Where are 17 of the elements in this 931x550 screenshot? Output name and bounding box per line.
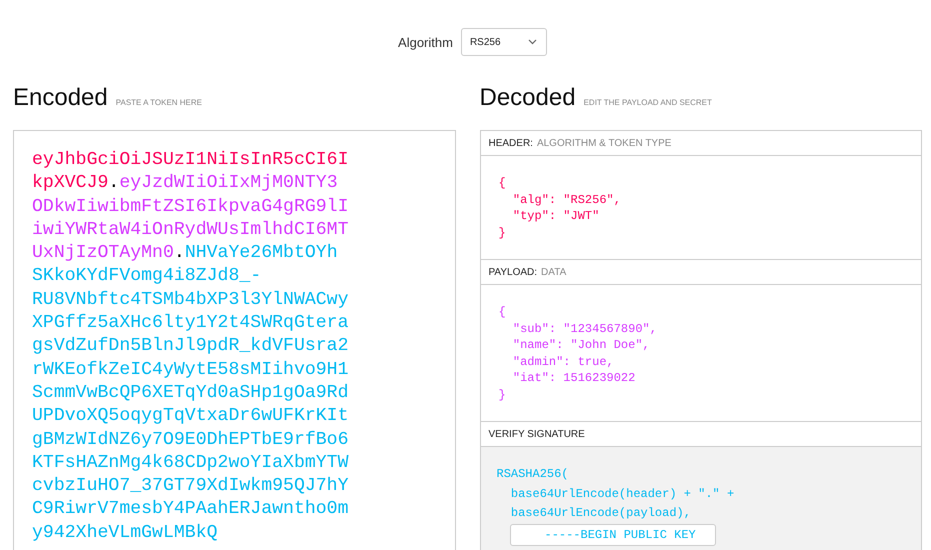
algorithm-label: Algorithm [398,34,453,50]
section-title: HEADER: [488,138,533,148]
section-subtitle: DATA [541,266,566,278]
section-title: PAYLOAD: [488,266,538,278]
decoded-hint: EDIT THE PAYLOAD AND SECRET [584,98,712,107]
algorithm-select[interactable]: RS256 [460,28,547,56]
chevron-down-icon [528,39,537,45]
encoded-hint: PASTE A TOKEN HERE [116,98,202,107]
public-key-field[interactable]: -----BEGIN PUBLIC KEY [510,524,716,546]
encoded-heading: Encoded [13,84,108,112]
encoded-token-field[interactable]: eyJhbGciOiJSUzI1NiIsInR5cCI6IkpXVCJ9.eyJzdWIiOiIxMjM0NTY3ODkwIiwibmFtZSI6IkpvaG4gRG9lIiwiYWRtaW4iOnRydWUsImlhdCI6MTUxNjIzOTAyMn0.NHVaYe26MbtOYhSKkoKYdFVomg4i8ZJd8_-RU8VNbftc4TSMb4bXP3l3YlNWACwyXPGffz5aXHc6lty1Y2t4SWRqGteragsVdZufDn5BlnJl9pdR_kdVFUsra2rWKEofkZeIC4yWytE58sMIihvo9H1ScmmVwBcQP6XETqYd0aSHp1gOa9RdUPDvoXQ5oqygTqVtxaDr6wUFKrKItgBMzWIdNZ6y7O9E0DhEPTbE9rfBo6KTFsHAZnMg4k68CDp2woYIaXbmYTWcvbzIuHO7_37GT79XdIwkm95QJ7hYC9RiwrV7mesbY4PAahERJawntho0my942XheVLmGwLMBkQ [13,130,456,550]
section-title: VERIFY SIGNATURE [488,428,585,440]
json-editor[interactable]: { "sub": "1234567890", "name": "John Doe", "admin": true, "iat": 1516239022 } [498,304,657,403]
json-editor[interactable]: { "alg": "RS256", "typ": "JWT" } [498,175,621,241]
signature-code: RSASHA256( base64UrlEncode(header) + "." + base64UrlEncode(payload), [496,466,734,522]
decoded-heading: Decoded [480,84,576,112]
section-subtitle: ALGORITHM & TOKEN TYPE [536,138,672,148]
